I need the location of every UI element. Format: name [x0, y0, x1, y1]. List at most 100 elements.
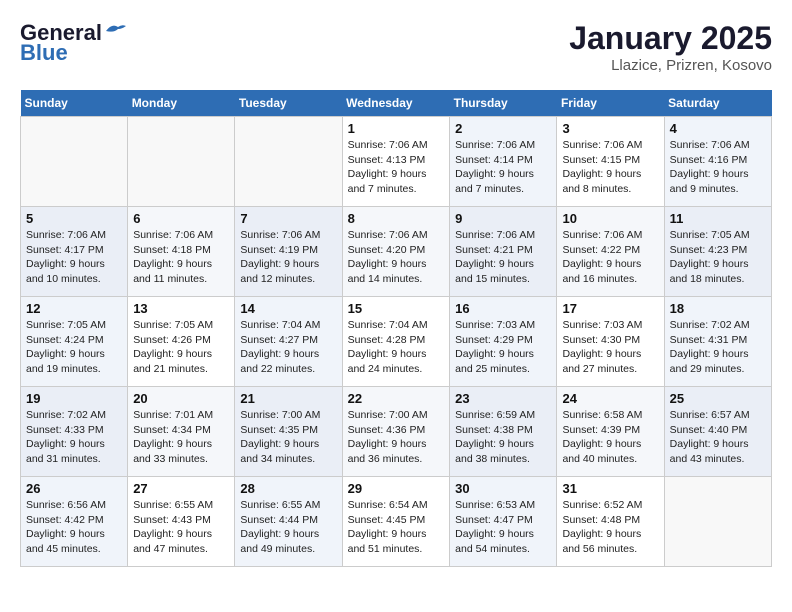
day-info: Sunset: 4:48 PM — [562, 513, 658, 528]
calendar-cell: 8Sunrise: 7:06 AMSunset: 4:20 PMDaylight… — [342, 207, 450, 297]
day-info: Sunrise: 6:59 AM — [455, 408, 551, 423]
day-info: Sunset: 4:20 PM — [348, 243, 445, 258]
day-number: 7 — [240, 211, 336, 226]
calendar-cell: 25Sunrise: 6:57 AMSunset: 4:40 PMDayligh… — [664, 387, 771, 477]
calendar-cell — [128, 117, 235, 207]
calendar-cell: 13Sunrise: 7:05 AMSunset: 4:26 PMDayligh… — [128, 297, 235, 387]
day-number: 24 — [562, 391, 658, 406]
day-info: Sunrise: 7:05 AM — [133, 318, 229, 333]
day-number: 5 — [26, 211, 122, 226]
day-info: Sunset: 4:17 PM — [26, 243, 122, 258]
day-number: 4 — [670, 121, 766, 136]
day-info: Sunset: 4:45 PM — [348, 513, 445, 528]
day-info: Sunset: 4:30 PM — [562, 333, 658, 348]
calendar-cell: 15Sunrise: 7:04 AMSunset: 4:28 PMDayligh… — [342, 297, 450, 387]
weekday-header-friday: Friday — [557, 90, 664, 117]
calendar-cell: 18Sunrise: 7:02 AMSunset: 4:31 PMDayligh… — [664, 297, 771, 387]
calendar-subtitle: Llazice, Prizren, Kosovo — [569, 57, 772, 74]
day-info: Sunrise: 7:06 AM — [348, 228, 445, 243]
calendar-table: SundayMondayTuesdayWednesdayThursdayFrid… — [20, 90, 772, 567]
calendar-title: January 2025 — [569, 20, 772, 57]
day-number: 16 — [455, 301, 551, 316]
calendar-cell: 22Sunrise: 7:00 AMSunset: 4:36 PMDayligh… — [342, 387, 450, 477]
day-info: Daylight: 9 hours and 56 minutes. — [562, 527, 658, 556]
day-info: Daylight: 9 hours and 49 minutes. — [240, 527, 336, 556]
day-info: Daylight: 9 hours and 16 minutes. — [562, 257, 658, 286]
day-number: 1 — [348, 121, 445, 136]
day-info: Sunset: 4:16 PM — [670, 153, 766, 168]
calendar-cell: 6Sunrise: 7:06 AMSunset: 4:18 PMDaylight… — [128, 207, 235, 297]
day-info: Sunrise: 6:55 AM — [133, 498, 229, 513]
day-number: 9 — [455, 211, 551, 226]
day-info: Sunset: 4:24 PM — [26, 333, 122, 348]
day-info: Sunset: 4:22 PM — [562, 243, 658, 258]
day-info: Sunrise: 7:05 AM — [26, 318, 122, 333]
day-info: Daylight: 9 hours and 25 minutes. — [455, 347, 551, 376]
day-number: 14 — [240, 301, 336, 316]
day-info: Sunset: 4:15 PM — [562, 153, 658, 168]
calendar-cell — [235, 117, 342, 207]
day-number: 12 — [26, 301, 122, 316]
day-info: Daylight: 9 hours and 43 minutes. — [670, 437, 766, 466]
day-number: 19 — [26, 391, 122, 406]
weekday-header-sunday: Sunday — [21, 90, 128, 117]
day-number: 26 — [26, 481, 122, 496]
day-info: Sunrise: 6:58 AM — [562, 408, 658, 423]
day-info: Sunrise: 7:00 AM — [240, 408, 336, 423]
day-info: Sunrise: 7:03 AM — [562, 318, 658, 333]
calendar-cell — [664, 477, 771, 567]
week-row-2: 5 Sunrise: 7:06 AM Sunset: 4:17 PM Daylight… — [21, 207, 772, 297]
logo-blue-text: Blue — [20, 40, 68, 66]
day-info: Sunrise: 7:02 AM — [670, 318, 766, 333]
logo-bird-icon — [104, 23, 126, 39]
day-number: 10 — [562, 211, 658, 226]
day-info: Sunrise: 7:06 AM — [240, 228, 336, 243]
day-info: Daylight: 9 hours and 40 minutes. — [562, 437, 658, 466]
day-info: Sunrise: 7:06 AM — [455, 228, 551, 243]
day-info: Daylight: 9 hours and 24 minutes. — [348, 347, 445, 376]
calendar-cell: 14Sunrise: 7:04 AMSunset: 4:27 PMDayligh… — [235, 297, 342, 387]
day-info: Sunrise: 7:06 AM — [348, 138, 445, 153]
calendar-cell: 20Sunrise: 7:01 AMSunset: 4:34 PMDayligh… — [128, 387, 235, 477]
calendar-cell: 10Sunrise: 7:06 AMSunset: 4:22 PMDayligh… — [557, 207, 664, 297]
calendar-cell: 17Sunrise: 7:03 AMSunset: 4:30 PMDayligh… — [557, 297, 664, 387]
day-info: Sunrise: 7:06 AM — [670, 138, 766, 153]
day-info: Sunrise: 6:53 AM — [455, 498, 551, 513]
day-number: 20 — [133, 391, 229, 406]
day-info: Sunset: 4:21 PM — [455, 243, 551, 258]
day-number: 11 — [670, 211, 766, 226]
day-info: Sunrise: 7:04 AM — [240, 318, 336, 333]
day-info: Daylight: 9 hours and 47 minutes. — [133, 527, 229, 556]
day-info: Sunrise: 6:52 AM — [562, 498, 658, 513]
calendar-cell: 21Sunrise: 7:00 AMSunset: 4:35 PMDayligh… — [235, 387, 342, 477]
page-header: General Blue January 2025 Llazice, Prizr… — [20, 20, 772, 74]
calendar-cell: 31Sunrise: 6:52 AMSunset: 4:48 PMDayligh… — [557, 477, 664, 567]
week-row-5: 26Sunrise: 6:56 AMSunset: 4:42 PMDayligh… — [21, 477, 772, 567]
weekday-header-monday: Monday — [128, 90, 235, 117]
day-info: Sunrise: 6:55 AM — [240, 498, 336, 513]
day-info: Daylight: 9 hours and 15 minutes. — [455, 257, 551, 286]
day-number: 18 — [670, 301, 766, 316]
day-info: Sunset: 4:19 PM — [240, 243, 336, 258]
calendar-cell: 7Sunrise: 7:06 AMSunset: 4:19 PMDaylight… — [235, 207, 342, 297]
day-info: Daylight: 9 hours and 36 minutes. — [348, 437, 445, 466]
day-info: Sunrise: 6:56 AM — [26, 498, 122, 513]
day-info: Sunset: 4:33 PM — [26, 423, 122, 438]
day-info: Sunrise: 6:54 AM — [348, 498, 445, 513]
calendar-cell: 4Sunrise: 7:06 AMSunset: 4:16 PMDaylight… — [664, 117, 771, 207]
day-info: Daylight: 9 hours and 7 minutes. — [455, 167, 551, 196]
day-number: 30 — [455, 481, 551, 496]
calendar-cell: 5Sunrise: 7:06 AMSunset: 4:17 PMDaylight… — [21, 207, 128, 297]
day-number: 17 — [562, 301, 658, 316]
day-info: Daylight: 9 hours and 22 minutes. — [240, 347, 336, 376]
day-info: Sunset: 4:28 PM — [348, 333, 445, 348]
calendar-cell: 19Sunrise: 7:02 AMSunset: 4:33 PMDayligh… — [21, 387, 128, 477]
day-info: Daylight: 9 hours and 33 minutes. — [133, 437, 229, 466]
day-number: 28 — [240, 481, 336, 496]
calendar-cell: 1Sunrise: 7:06 AMSunset: 4:13 PMDaylight… — [342, 117, 450, 207]
day-info: Sunrise: 7:01 AM — [133, 408, 229, 423]
day-info: Sunset: 4:36 PM — [348, 423, 445, 438]
calendar-cell: 16Sunrise: 7:03 AMSunset: 4:29 PMDayligh… — [450, 297, 557, 387]
weekday-header-row: SundayMondayTuesdayWednesdayThursdayFrid… — [21, 90, 772, 117]
day-number: 3 — [562, 121, 658, 136]
